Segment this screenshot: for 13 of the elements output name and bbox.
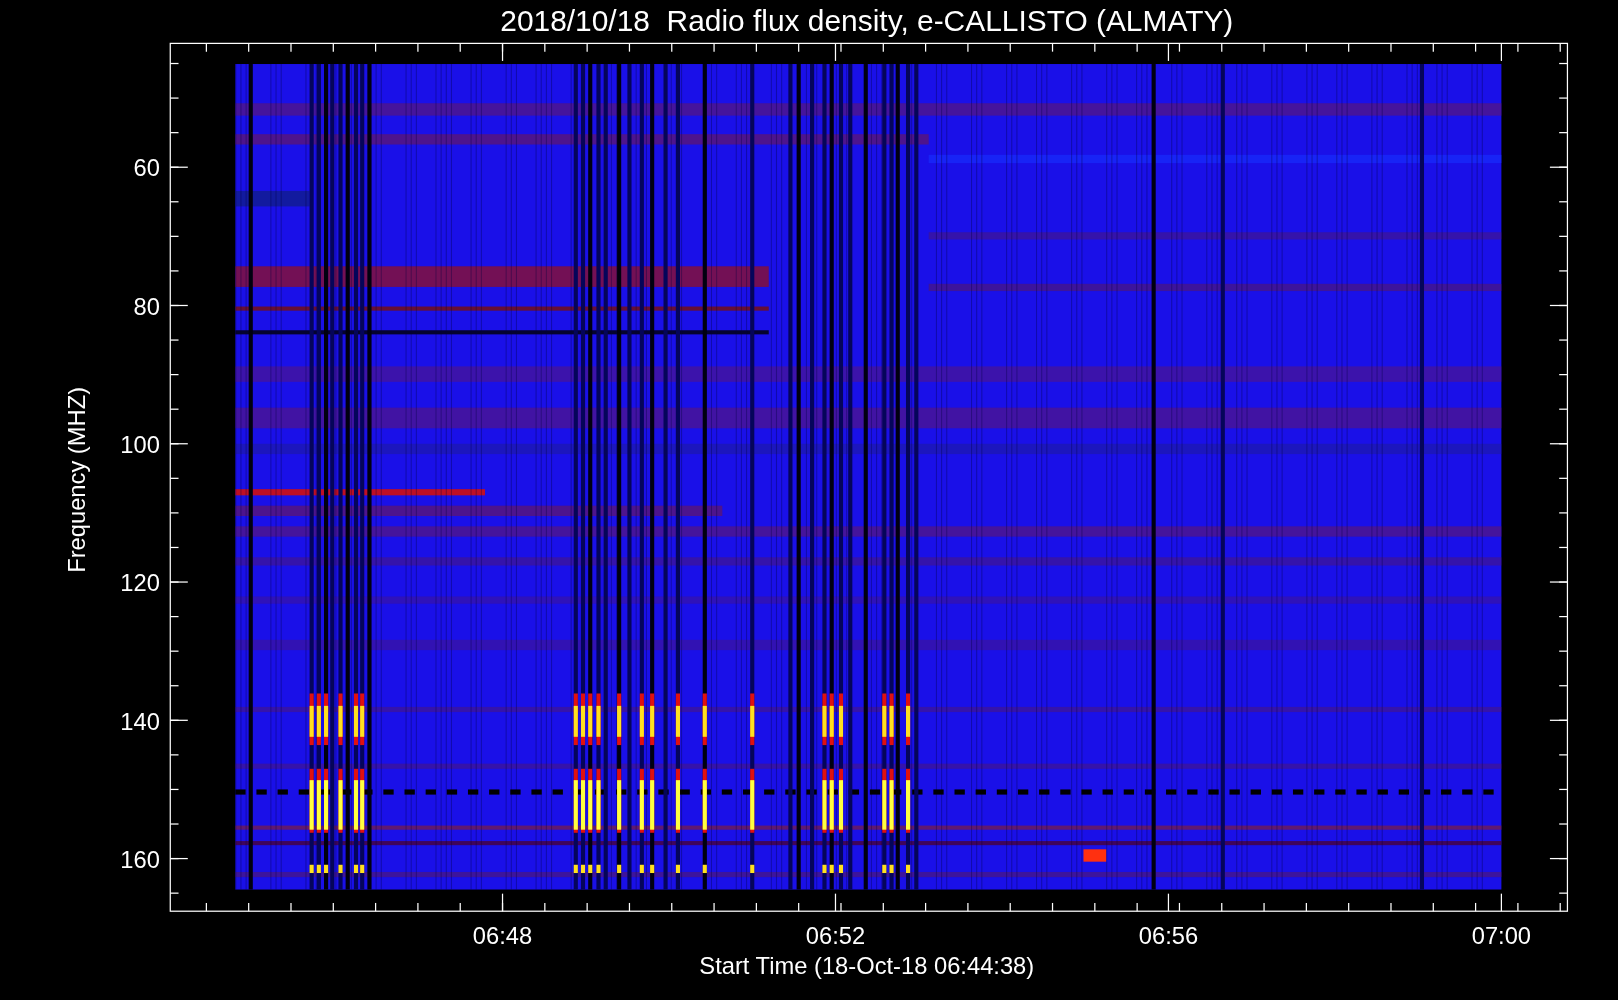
tick-label: 100 [120,432,160,459]
chart-title: 2018/10/18 Radio flux density, e-CALLISTO (ALMATY) [500,4,1234,37]
tick-label: 06:48 [472,923,533,950]
tick-label: 160 [120,846,160,873]
axis-label: Start Time (18-Oct-18 06:44:38) [699,953,1035,980]
tick-label: 06:56 [1138,923,1199,950]
tick-label: 07:00 [1471,923,1532,950]
axis-label: Frequency (MHZ) [63,386,90,573]
tick-label: 60 [133,155,160,182]
tick-label: 80 [133,293,160,320]
tick-label: 120 [120,570,160,597]
tick-label: 06:52 [805,923,866,950]
tick-label: 140 [120,708,160,735]
